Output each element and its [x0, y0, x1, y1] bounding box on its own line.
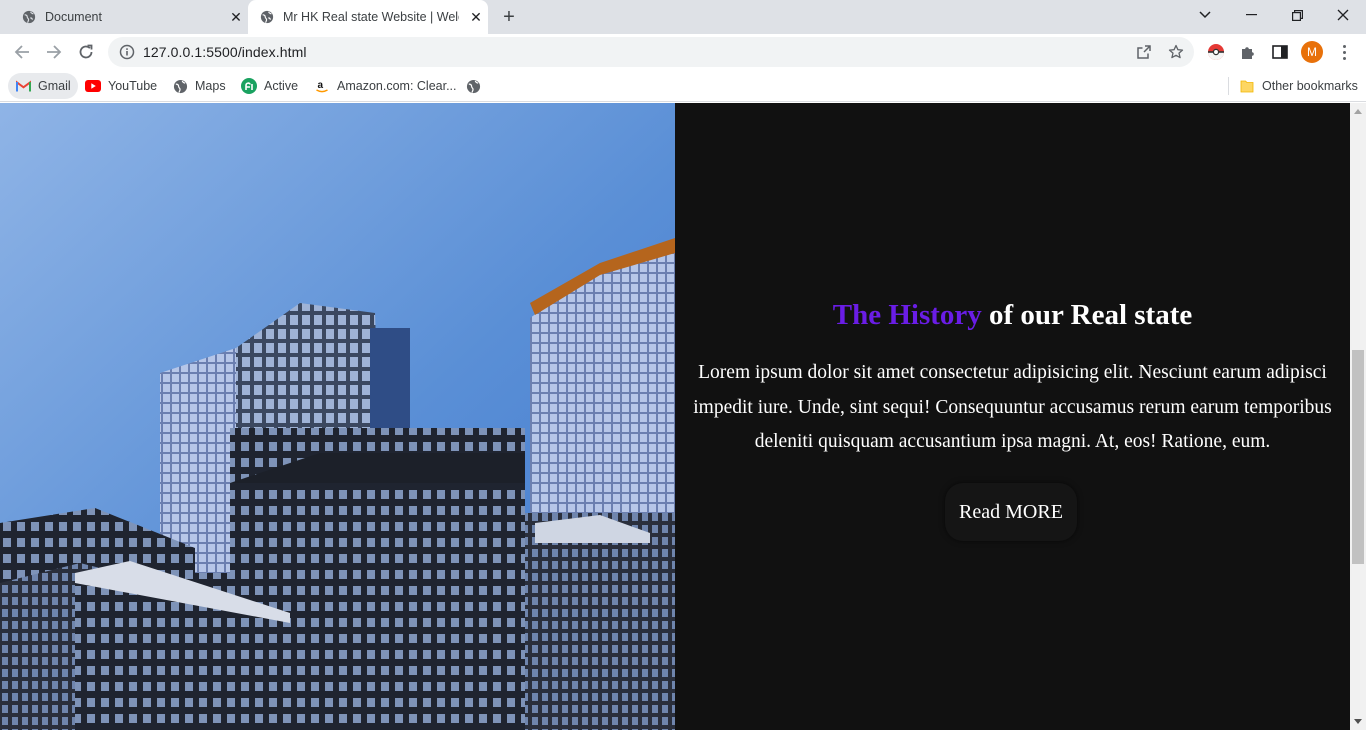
scroll-up-arrow-icon[interactable]	[1350, 103, 1366, 119]
close-window-button[interactable]	[1320, 0, 1366, 30]
close-icon[interactable]: ✕	[468, 9, 484, 25]
tab-real-state[interactable]: Mr HK Real state Website | Welcome ✕	[248, 0, 488, 34]
bookmark-gmail[interactable]: Gmail	[8, 73, 78, 99]
section-paragraph: Lorem ipsum dolor sit amet consectetur a…	[693, 362, 1332, 452]
youtube-icon	[85, 78, 101, 94]
bookmark-label: Gmail	[38, 79, 71, 93]
globe-icon	[22, 10, 36, 24]
back-button[interactable]	[10, 40, 34, 64]
amazon-icon: a	[314, 78, 330, 94]
bookmark-label: Active	[264, 79, 299, 93]
scrollbar-thumb[interactable]	[1352, 350, 1364, 564]
history-section: The History of our Real state Lorem ipsu…	[675, 103, 1350, 730]
restore-icon	[1291, 9, 1303, 21]
gmail-icon	[15, 78, 31, 94]
bookmark-globe[interactable]	[458, 73, 488, 99]
tab-document[interactable]: Document ✕	[8, 0, 248, 34]
active-icon	[241, 78, 257, 94]
url-text[interactable]: 127.0.0.1:5500/index.html	[143, 44, 307, 60]
puzzle-extensions-icon[interactable]	[1239, 43, 1257, 61]
read-more-button[interactable]: Read MORE	[945, 483, 1077, 541]
star-icon[interactable]	[1168, 44, 1184, 60]
bookmark-label: Maps	[195, 79, 226, 93]
folder-icon	[1239, 78, 1255, 94]
pokeball-extension-icon[interactable]	[1207, 43, 1225, 61]
globe-icon	[260, 10, 274, 24]
bookmarks-bar: Gmail YouTube Maps Active a Amazon.com: …	[0, 70, 1366, 102]
bookmarks-divider	[1228, 77, 1229, 95]
reload-button[interactable]	[74, 40, 98, 64]
browser-menu-icon[interactable]	[1336, 42, 1352, 62]
page-viewport: The History of our Real state Lorem ipsu…	[0, 103, 1350, 730]
arrow-left-icon	[14, 45, 29, 59]
new-tab-button[interactable]: +	[498, 6, 520, 28]
address-bar[interactable]: 127.0.0.1:5500/index.html	[108, 37, 1194, 67]
minimize-button[interactable]	[1228, 0, 1274, 30]
restore-button[interactable]	[1274, 0, 1320, 30]
chevron-down-icon	[1199, 11, 1211, 19]
reload-icon	[79, 44, 93, 59]
globe-icon	[465, 78, 481, 94]
heading-accent: The History	[832, 299, 982, 331]
page-scrollbar[interactable]	[1350, 103, 1366, 730]
scroll-down-arrow-icon[interactable]	[1350, 714, 1366, 730]
bookmark-label: YouTube	[108, 79, 158, 93]
section-heading: The History of our Real state	[675, 299, 1350, 332]
city-buildings-image	[0, 103, 675, 730]
heading-rest: of our Real state	[981, 299, 1193, 331]
bookmark-active[interactable]: Active	[234, 73, 305, 99]
close-icon[interactable]: ✕	[228, 9, 244, 25]
other-bookmarks-label: Other bookmarks	[1262, 79, 1358, 93]
browser-toolbar: 127.0.0.1:5500/index.html M	[0, 34, 1366, 70]
forward-button[interactable]	[42, 40, 66, 64]
bookmark-amazon[interactable]: a Amazon.com: Clear...	[307, 73, 464, 99]
bookmark-label: Amazon.com: Clear...	[337, 79, 457, 93]
tab-search-button[interactable]	[1182, 0, 1228, 30]
info-icon[interactable]	[119, 44, 135, 60]
bookmark-youtube[interactable]: YouTube	[78, 73, 164, 99]
svg-text:a: a	[318, 80, 324, 91]
bookmark-maps[interactable]: Maps	[165, 73, 233, 99]
arrow-right-icon	[47, 45, 62, 59]
tab-strip: Document ✕ Mr HK Real state Website | We…	[0, 0, 1366, 34]
tab-title: Mr HK Real state Website | Welcome	[283, 10, 459, 24]
tab-title: Document	[45, 10, 102, 24]
profile-avatar[interactable]: M	[1301, 41, 1323, 63]
side-panel-icon[interactable]	[1271, 43, 1289, 61]
minimize-icon	[1245, 14, 1257, 16]
close-icon	[1337, 9, 1349, 21]
share-icon[interactable]	[1136, 44, 1152, 60]
globe-icon	[172, 78, 188, 94]
other-bookmarks[interactable]: Other bookmarks	[1232, 73, 1365, 99]
